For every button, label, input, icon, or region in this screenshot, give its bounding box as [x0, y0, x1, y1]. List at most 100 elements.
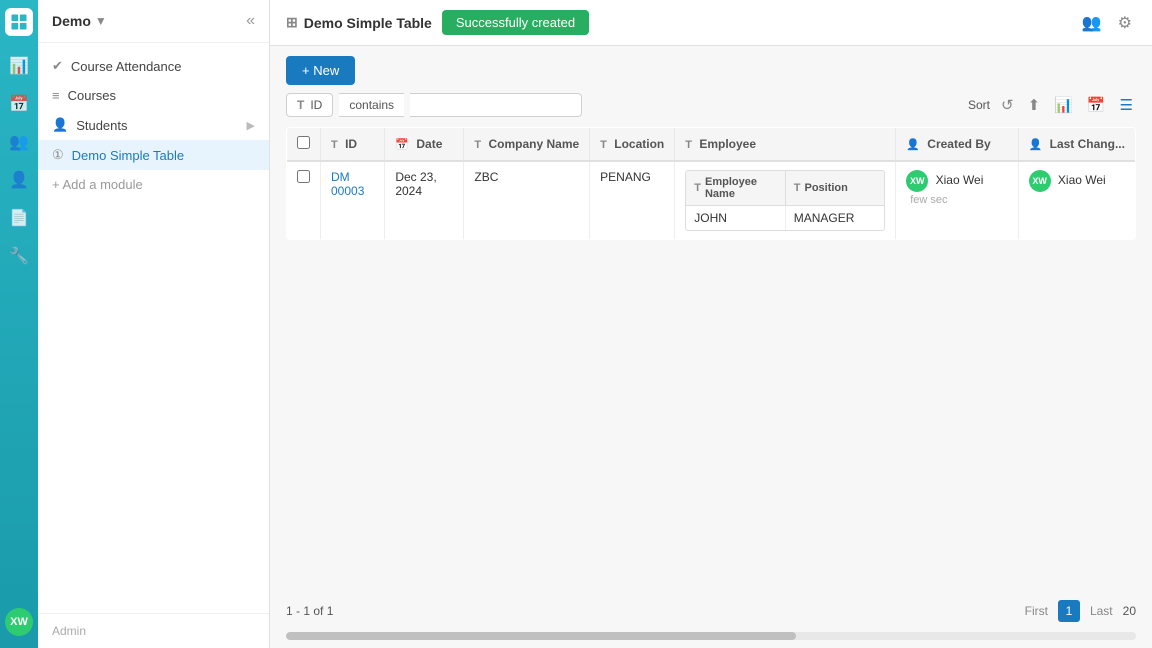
location-col-icon: T: [600, 139, 607, 151]
filter-operator-label: contains: [349, 98, 394, 112]
users-icon[interactable]: 👥: [3, 126, 35, 158]
created-by-time: few sec: [910, 194, 947, 206]
page-title-text: Demo Simple Table: [304, 15, 432, 31]
gear-icon[interactable]: ⚙: [1114, 9, 1136, 37]
created-by-col-icon: 👤: [906, 139, 920, 151]
emp-name-col-label: Employee Name: [705, 176, 777, 200]
filter-field-label: ID: [310, 98, 322, 112]
new-button[interactable]: + New: [286, 56, 355, 85]
sidebar-dropdown-icon[interactable]: ▼: [95, 14, 107, 28]
created-by-col-label: Created By: [927, 137, 990, 151]
page-icon: ⊞: [286, 14, 298, 31]
current-page[interactable]: 1: [1058, 600, 1080, 622]
refresh-icon[interactable]: ↺: [998, 93, 1017, 117]
employee-col-label: Employee: [699, 137, 756, 151]
bar-chart-icon[interactable]: 📊: [3, 50, 35, 82]
company-col-label: Company Name: [488, 137, 579, 151]
sidebar-title-text: Demo: [52, 13, 91, 29]
admin-label: Admin: [52, 624, 86, 638]
emp-name-icon: T: [694, 182, 701, 194]
people-icon[interactable]: 👥: [1078, 9, 1106, 37]
created-by-name: Xiao Wei: [936, 173, 984, 187]
location-col-label: Location: [614, 137, 664, 151]
col-header-location: T Location: [590, 128, 675, 162]
created-by-avatar: XW: [906, 170, 928, 192]
table-header-row: T ID 📅 Date T Company Name T Location: [287, 128, 1136, 162]
emp-name-col-header: T Employee Name: [686, 171, 786, 205]
sidebar-item-label: Courses: [68, 88, 116, 103]
course-attendance-icon: ✔: [52, 58, 63, 74]
horizontal-scrollbar[interactable]: [286, 632, 1136, 640]
row-checkbox-cell[interactable]: [287, 161, 321, 240]
sidebar: Demo ▼ « ✔ Course Attendance ≡ Courses 👤…: [38, 0, 270, 648]
id-col-icon: T: [331, 139, 338, 151]
row-checkbox[interactable]: [297, 170, 310, 183]
row-location: PENANG: [600, 170, 651, 184]
page-nav: First 1 Last 20: [1021, 600, 1136, 622]
file-icon[interactable]: 📄: [3, 202, 35, 234]
last-page-button[interactable]: Last: [1086, 602, 1117, 620]
user-plus-icon[interactable]: 👤: [3, 164, 35, 196]
col-header-created-by: 👤 Created By: [896, 128, 1018, 162]
sidebar-item-label: Course Attendance: [71, 59, 182, 74]
topbar: ⊞ Demo Simple Table Successfully created…: [270, 0, 1152, 46]
col-header-id: T ID: [321, 128, 385, 162]
courses-icon: ≡: [52, 88, 60, 103]
wrench-icon[interactable]: 🔧: [3, 240, 35, 272]
first-page-button[interactable]: First: [1021, 602, 1052, 620]
date-col-icon: 📅: [395, 139, 409, 151]
toolbar: + New: [270, 46, 1152, 93]
main-table: T ID 📅 Date T Company Name T Location: [286, 127, 1136, 240]
select-all-checkbox[interactable]: [297, 136, 310, 149]
sidebar-item-demo-simple-table[interactable]: ① Demo Simple Table: [38, 140, 269, 170]
row-company: ZBC: [474, 170, 498, 184]
app-logo[interactable]: [5, 8, 33, 36]
row-id-cell: DM 00003: [321, 161, 385, 240]
page-size[interactable]: 20: [1123, 604, 1136, 618]
col-header-date: 📅 Date: [385, 128, 464, 162]
sidebar-collapse-button[interactable]: «: [246, 12, 255, 30]
list-view-icon[interactable]: ☰: [1117, 93, 1136, 117]
table-row[interactable]: DM 00003 Dec 23, 2024 ZBC PENANG: [287, 161, 1136, 240]
add-module-label: + Add a module: [52, 177, 143, 192]
export-icon[interactable]: ⬆: [1025, 93, 1044, 117]
row-date-cell: Dec 23, 2024: [385, 161, 464, 240]
last-changed-avatar: XW: [1029, 170, 1051, 192]
col-header-employee: T Employee: [675, 128, 896, 162]
students-icon: 👤: [52, 117, 68, 133]
add-module-button[interactable]: + Add a module: [38, 170, 269, 199]
chart-icon[interactable]: 📊: [1051, 93, 1076, 117]
id-col-label: ID: [345, 137, 357, 151]
row-created-by-cell: XW Xiao Wei few sec: [896, 161, 1018, 240]
emp-position-col-header: T Position: [786, 171, 885, 205]
sidebar-item-courses[interactable]: ≡ Courses: [38, 81, 269, 110]
calendar-filter-icon[interactable]: 📅: [1084, 93, 1109, 117]
filter-value-input[interactable]: [410, 93, 582, 117]
user-avatar-rail[interactable]: XW: [5, 608, 33, 636]
icon-rail: 📊 📅 👥 👤 📄 🔧 XW: [0, 0, 38, 648]
topbar-right: 👥 ⚙: [1078, 9, 1136, 37]
row-id: DM 00003: [331, 170, 364, 198]
pagination: 1 - 1 of 1 First 1 Last 20: [270, 590, 1152, 632]
row-company-cell: ZBC: [464, 161, 590, 240]
employee-col-icon: T: [685, 139, 692, 151]
filter-bar: T ID contains Sort ↺ ⬆ 📊 📅 ☰: [270, 93, 1152, 127]
scroll-thumb[interactable]: [286, 632, 796, 640]
sidebar-item-students[interactable]: 👤 Students ▶: [38, 110, 269, 140]
table-wrapper: T ID 📅 Date T Company Name T Location: [270, 127, 1152, 590]
last-changed-name: Xiao Wei: [1058, 173, 1106, 187]
sidebar-footer: Admin: [38, 613, 269, 648]
employee-sub-table: T Employee Name T Position JOHN M: [685, 170, 885, 231]
row-location-cell: PENANG: [590, 161, 675, 240]
last-changed-col-label: Last Chang...: [1050, 137, 1125, 151]
emp-position-cell: MANAGER: [786, 206, 885, 230]
company-col-icon: T: [474, 139, 481, 151]
emp-sub-row: JOHN MANAGER: [686, 206, 884, 230]
filter-operator[interactable]: contains: [339, 93, 404, 117]
sidebar-item-course-attendance[interactable]: ✔ Course Attendance: [38, 51, 269, 81]
row-date: Dec 23, 2024: [395, 170, 436, 198]
filter-sort-area: Sort ↺ ⬆ 📊 📅 ☰: [968, 93, 1136, 117]
emp-sub-header: T Employee Name T Position: [686, 171, 884, 206]
select-all-header[interactable]: [287, 128, 321, 162]
calendar-icon[interactable]: 📅: [3, 88, 35, 120]
